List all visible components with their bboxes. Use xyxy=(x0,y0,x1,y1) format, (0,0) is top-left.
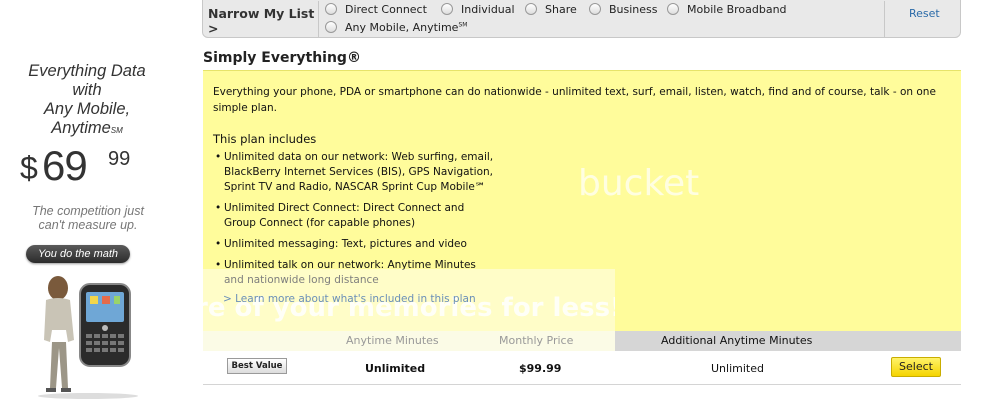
plan-includes-heading: This plan includes xyxy=(213,132,317,146)
radio-button[interactable] xyxy=(667,3,679,15)
promo-headline-line: Any Mobile, xyxy=(43,100,131,118)
cell-anytime-minutes: Unlimited xyxy=(365,362,426,375)
column-header-monthly-price[interactable]: Monthly Price xyxy=(499,334,573,347)
filter-option-label: Mobile Broadband xyxy=(687,3,787,16)
best-value-badge: Best Value xyxy=(227,358,287,374)
plan-table-header: Anytime Minutes Monthly Price Additional… xyxy=(203,331,961,351)
table-row: Best Value Unlimited $99.99 Unlimited Se… xyxy=(203,351,961,385)
promo-banner[interactable]: Everything Data with Any Mobile, Anytime… xyxy=(0,0,160,410)
service-mark: SM xyxy=(458,21,468,29)
promo-headline-line: AnytimeSM xyxy=(8,119,166,138)
filter-option-business[interactable]: Business xyxy=(589,3,658,16)
list-item: Unlimited messaging: Text, pictures and … xyxy=(215,237,495,252)
radio-button[interactable] xyxy=(325,3,337,15)
plan-description: Everything your phone, PDA or smartphone… xyxy=(213,86,936,114)
radio-button[interactable] xyxy=(589,3,601,15)
promo-headline-anytime: Anytime xyxy=(51,119,111,137)
filter-option-individual[interactable]: Individual xyxy=(441,3,515,16)
filter-bar: Narrow My List > Direct Connect Individu… xyxy=(202,0,961,38)
radio-button[interactable] xyxy=(441,3,453,15)
filter-option-label: Share xyxy=(545,3,577,16)
column-header-additional-minutes[interactable]: Additional Anytime Minutes xyxy=(661,334,812,347)
filter-option-label: Business xyxy=(609,3,658,16)
watermark-brand: bucket xyxy=(578,163,700,204)
promo-headline: Everything Data with Any Mobile, Anytime… xyxy=(8,62,166,138)
filter-option-mobile-broadband[interactable]: Mobile Broadband xyxy=(667,3,787,16)
service-mark: SM xyxy=(110,126,123,135)
filter-option-share[interactable]: Share xyxy=(525,3,577,16)
filter-option-any-mobile-anytime[interactable]: Any Mobile, AnytimeSM xyxy=(325,21,467,34)
learn-more-link[interactable]: > Learn more about what's included in th… xyxy=(223,293,476,305)
person-with-phone-image xyxy=(38,276,138,399)
promo-headline-line: with xyxy=(72,81,102,99)
reset-link[interactable]: Reset xyxy=(909,7,940,20)
select-button[interactable]: Select xyxy=(891,357,941,377)
filter-option-direct-connect[interactable]: Direct Connect xyxy=(325,3,427,16)
plan-title: Simply Everything® xyxy=(203,50,361,66)
filter-option-label: Direct Connect xyxy=(345,3,427,16)
cell-additional-minutes: Unlimited xyxy=(711,362,764,375)
radio-button[interactable] xyxy=(325,21,337,33)
tagline-line: can't measure up. xyxy=(38,218,138,232)
radio-button[interactable] xyxy=(525,3,537,15)
list-item: Unlimited Direct Connect: Direct Connect… xyxy=(215,201,495,231)
list-item: Unlimited data on our network: Web surfi… xyxy=(215,150,495,195)
narrow-my-list-label: Narrow My List > xyxy=(203,1,319,38)
price-cents: 99 xyxy=(108,148,131,170)
promo-headline-line: Everything Data xyxy=(28,62,146,80)
cell-monthly-price: $99.99 xyxy=(519,362,562,375)
do-the-math-button[interactable]: You do the math xyxy=(26,245,130,263)
reset-area: Reset xyxy=(884,1,961,38)
filter-option-label: Any Mobile, Anytime xyxy=(345,21,459,34)
column-header-anytime-minutes[interactable]: Anytime Minutes xyxy=(346,334,439,347)
plan-details-panel: Everything your phone, PDA or smartphone… xyxy=(203,70,961,333)
tagline-line: The competition just xyxy=(32,204,144,218)
promo-tagline: The competition just can't measure up. xyxy=(8,204,168,232)
price-whole: 69 xyxy=(42,142,88,189)
price-symbol: $ xyxy=(20,150,38,186)
filter-option-label: Individual xyxy=(461,3,515,16)
